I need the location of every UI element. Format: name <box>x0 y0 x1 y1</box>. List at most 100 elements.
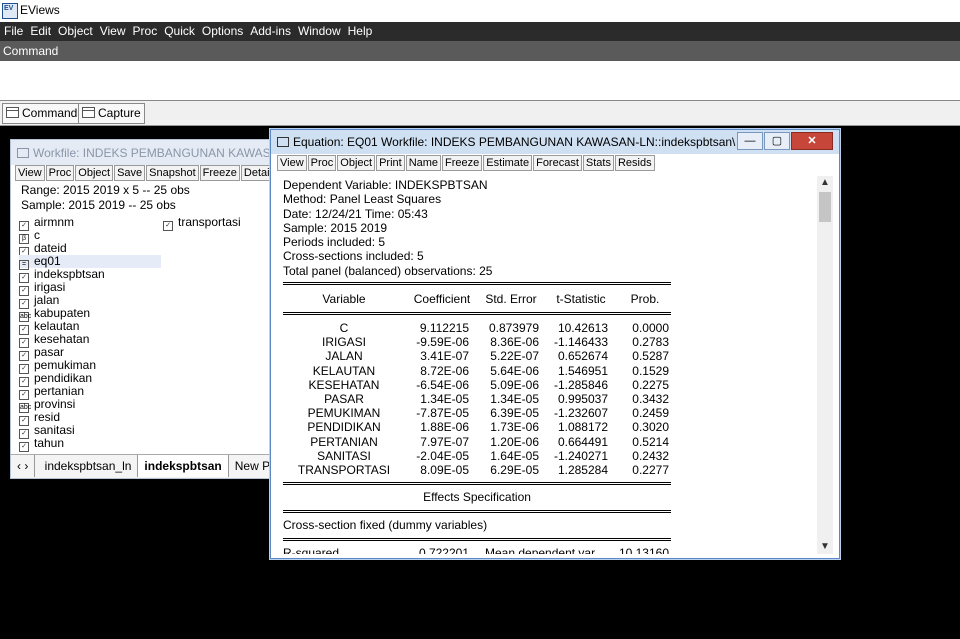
menu-file[interactable]: File <box>0 22 26 38</box>
table-cell: 0.3020 <box>632 420 669 435</box>
table-cell: 0.664491 <box>557 434 608 449</box>
table-row: PEMUKIMAN -7.87E-05 6.39E-05 -1.232607 0.245… <box>277 406 677 420</box>
workfile-snapshot-button[interactable]: Snapshot <box>146 165 199 181</box>
sheet-tab-new-page[interactable]: New Page <box>229 455 271 477</box>
menu-object[interactable]: Object <box>54 22 96 38</box>
table-cell: 0.3432 <box>632 392 669 406</box>
table-header-row: Variable Coefficient Std. Error t-Statistic… <box>277 292 677 306</box>
equation-object-button[interactable]: Object <box>337 155 376 171</box>
workfile-sheet-tabs: ‹ › indekspbtsan_lnindekspbtsanNew Page <box>11 454 271 478</box>
table-cell: -7.87E-05 <box>416 406 469 421</box>
menu-quick[interactable]: Quick <box>160 22 198 38</box>
menu-help[interactable]: Help <box>344 22 376 38</box>
workfile-toolbar: ViewProcObjectSaveSnapshotFreezeDetails+… <box>11 165 271 183</box>
scroll-up-icon[interactable]: ▲ <box>817 176 833 190</box>
header-line: Periods included: 5 <box>283 235 386 250</box>
stats-cell: 0.722201 <box>418 546 469 554</box>
workfile-save-button[interactable]: Save <box>114 165 146 181</box>
workfile-titlebar[interactable]: Workfile: INDEKS PEMBANGUNAN KAWASAN- <box>11 140 271 165</box>
workfile-object-button[interactable]: Object <box>75 165 114 181</box>
table-cell: -9.59E-06 <box>416 335 469 350</box>
table-cell: KELAUTAN <box>312 363 376 378</box>
equation-freeze-button[interactable]: Freeze <box>442 155 483 171</box>
scroll-thumb[interactable] <box>819 192 831 222</box>
table-rule <box>283 538 671 541</box>
object-name: pemukiman <box>34 358 97 372</box>
vertical-scrollbar[interactable]: ▲ ▼ <box>817 176 833 554</box>
equation-window[interactable]: Equation: EQ01 Workfile: INDEKS PEMBANGU… <box>270 129 840 559</box>
scroll-down-icon[interactable]: ▼ <box>817 540 833 554</box>
window-icon <box>6 107 19 118</box>
workfile-object[interactable]: tahun <box>19 437 64 452</box>
column-header-std-error: Std. Error <box>485 292 537 306</box>
equation-proc-button[interactable]: Proc <box>307 155 337 171</box>
workfile-details-button[interactable]: Details+/- <box>240 165 271 181</box>
app-title: EViews <box>20 3 60 17</box>
close-icon[interactable]: ✕ <box>791 132 833 150</box>
workfile-proc-button[interactable]: Proc <box>45 165 75 181</box>
equation-titlebar[interactable]: Equation: EQ01 Workfile: INDEKS PEMBANGU… <box>271 130 839 154</box>
workfile-range[interactable]: Range: 2015 2019 x 5 -- 25 obs <box>21 183 271 198</box>
table-cell: 1.546951 <box>557 363 608 378</box>
table-cell: SANITASI <box>317 448 371 463</box>
equation-stats-button[interactable]: Stats <box>582 155 614 171</box>
stats-cell: Mean dependent var <box>485 546 596 554</box>
workfile-object[interactable]: transportasi <box>163 216 241 231</box>
sheet-tab-indekspbtsan-ln[interactable]: indekspbtsan_ln <box>39 455 139 477</box>
equation-print-button[interactable]: Print <box>376 155 405 171</box>
tab-capture-label: Capture <box>98 106 141 120</box>
object-name: jalan <box>34 293 60 307</box>
table-cell: 7.97E-07 <box>420 434 469 449</box>
workfile-view-button[interactable]: View <box>15 165 45 181</box>
header-line: Dependent Variable: INDEKSPBTSAN <box>283 178 488 192</box>
workfile-freeze-button[interactable]: Freeze <box>199 165 240 181</box>
equation-resids-button[interactable]: Resids <box>614 155 655 171</box>
equation-name-button[interactable]: Name <box>405 155 442 171</box>
command-tabstrip: Command Capture <box>0 101 960 126</box>
workfile-object[interactable]: airmnm <box>19 216 74 231</box>
equation-estimate-button[interactable]: Estimate <box>483 155 533 171</box>
table-cell: 8.72E-06 <box>420 363 469 378</box>
workfile-window[interactable]: Workfile: INDEKS PEMBANGUNAN KAWASAN- Vi… <box>10 139 272 479</box>
workfile-object-list: airmnmβcdateid=eq01indekspbtsanirigasija… <box>11 216 271 452</box>
workfile-sample[interactable]: Sample: 2015 2019 -- 25 obs <box>21 198 271 213</box>
stats-row: R-squared 0.722201 Mean dependent var 10.13… <box>277 546 677 554</box>
equation-forecast-button[interactable]: Forecast <box>533 155 582 171</box>
object-name: indekspbtsan <box>34 267 105 281</box>
stats-cell: R-squared <box>283 546 340 554</box>
table-cell: 0.2783 <box>632 335 669 350</box>
sheet-tab-indekspbtsan[interactable]: indekspbtsan <box>138 455 229 477</box>
table-rule <box>283 282 671 285</box>
menu-proc[interactable]: Proc <box>129 22 161 38</box>
menu-add-ins[interactable]: Add-ins <box>246 22 294 38</box>
table-cell: -1.232607 <box>553 406 608 421</box>
table-cell: 1.64E-05 <box>490 448 539 463</box>
table-row: JALAN 3.41E-07 5.22E-07 0.652674 0.5287 <box>277 349 677 363</box>
tab-command[interactable]: Command <box>2 103 82 124</box>
header-line: Total panel (balanced) observations: 25 <box>283 263 493 278</box>
sheet-scroll-arrows[interactable]: ‹ › <box>11 455 36 477</box>
object-name: kesehatan <box>34 332 90 346</box>
menu-window[interactable]: Window <box>294 22 344 38</box>
object-name: eq01 <box>34 254 61 268</box>
table-row: PASAR 1.34E-05 1.34E-05 0.995037 0.3432 <box>277 392 677 406</box>
table-cell: C <box>339 321 349 335</box>
maximize-icon[interactable]: ▢ <box>764 132 790 150</box>
effects-title: Effects Specification <box>423 490 531 504</box>
stats-cell: 10.13160 <box>618 546 669 554</box>
equation-view-button[interactable]: View <box>277 155 307 171</box>
object-name: kelautan <box>34 319 80 333</box>
menu-view[interactable]: View <box>96 22 129 38</box>
object-name: c <box>34 228 40 242</box>
header-line: Sample: 2015 2019 <box>283 220 388 235</box>
command-input[interactable] <box>0 61 960 101</box>
menu-options[interactable]: Options <box>198 22 246 38</box>
table-cell: 0.873979 <box>488 321 539 335</box>
window-icon <box>82 107 95 118</box>
table-cell: 0.5287 <box>632 349 669 364</box>
minimize-icon[interactable]: — <box>737 132 763 150</box>
table-cell: -1.285846 <box>553 377 608 392</box>
menu-edit[interactable]: Edit <box>26 22 54 38</box>
tab-capture[interactable]: Capture <box>78 103 145 124</box>
table-cell: JALAN <box>325 349 363 364</box>
